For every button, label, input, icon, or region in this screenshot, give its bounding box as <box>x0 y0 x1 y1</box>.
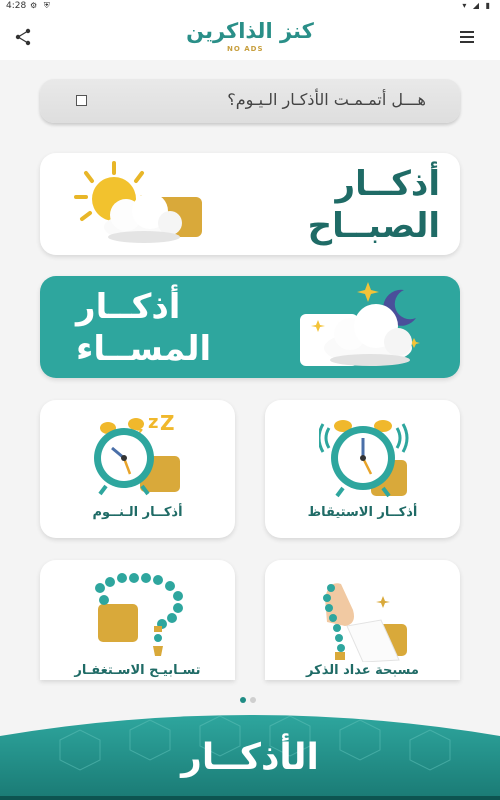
svg-text:z: z <box>148 412 158 433</box>
daily-check-checkbox[interactable] <box>76 95 87 106</box>
waking-card-label: أذكــار الاستيقاظ <box>307 505 418 520</box>
istighfar-card[interactable]: تسـابيـح الاسـتغفـار <box>40 560 235 680</box>
daily-check-bar[interactable]: هـــل أتمـمـت الأذكـار الـيـوم؟ <box>40 79 460 123</box>
status-bar: 4:28 ⚙ ⛨ ▾ ◢ ▮ <box>0 0 500 14</box>
logo-title: كنز الذاكرين <box>186 19 314 43</box>
app-logo: كنز الذاكرين NO ADS <box>185 18 315 56</box>
alarm-clock-icon <box>319 420 409 498</box>
evening-title-line2: المســاء <box>76 329 212 369</box>
sleeping-clock-icon: z Z z <box>94 411 180 496</box>
hamburger-menu-icon[interactable] <box>460 28 474 44</box>
app-bar: كنز الذاكرين NO ADS <box>0 14 500 60</box>
sun-cloud-icon <box>74 161 202 243</box>
page-indicator <box>240 688 262 703</box>
tasbih-counter-card[interactable]: مسبحة عداد الذكر <box>265 560 460 680</box>
sleep-card-label: أذكــار الـنــوم <box>92 505 183 520</box>
share-icon[interactable] <box>12 26 34 48</box>
sleep-adhkar-card[interactable]: z Z z أذكــار الـنــوم <box>40 400 235 538</box>
moon-cloud-icon <box>300 282 420 366</box>
evening-title-line1: أذكــار <box>76 287 181 327</box>
morning-adhkar-card[interactable]: أذكــار الصبــاح <box>40 153 460 255</box>
svg-text:Z: Z <box>160 411 175 435</box>
morning-card-title: أذكــار الصبــاح <box>308 163 440 247</box>
hand-with-beads-icon <box>323 583 407 662</box>
istighfar-card-label: تسـابيـح الاسـتغفـار <box>74 663 201 678</box>
waking-adhkar-card[interactable]: أذكــار الاستيقاظ <box>265 400 460 538</box>
status-notification-icons: ⚙ ⛨ <box>30 1 52 10</box>
daily-check-question: هـــل أتمـمـت الأذكـار الـيـوم؟ <box>227 90 426 109</box>
tasbih-counter-label: مسبحة عداد الذكر <box>306 663 419 678</box>
prayer-beads-icon <box>95 573 183 656</box>
evening-card-title: أذكــار المســاء <box>76 286 211 370</box>
morning-title-line2: الصبــاح <box>307 206 440 246</box>
status-system-icons: ▾ ◢ ▮ <box>462 1 492 10</box>
logo-no-ads: NO ADS <box>227 45 264 53</box>
evening-adhkar-card[interactable]: أذكــار المســاء <box>40 276 460 378</box>
footer-title: الأذكــار <box>181 737 319 778</box>
system-nav-bar <box>0 796 500 800</box>
morning-title-line1: أذكــار <box>335 164 440 204</box>
status-time: 4:28 <box>6 1 27 11</box>
